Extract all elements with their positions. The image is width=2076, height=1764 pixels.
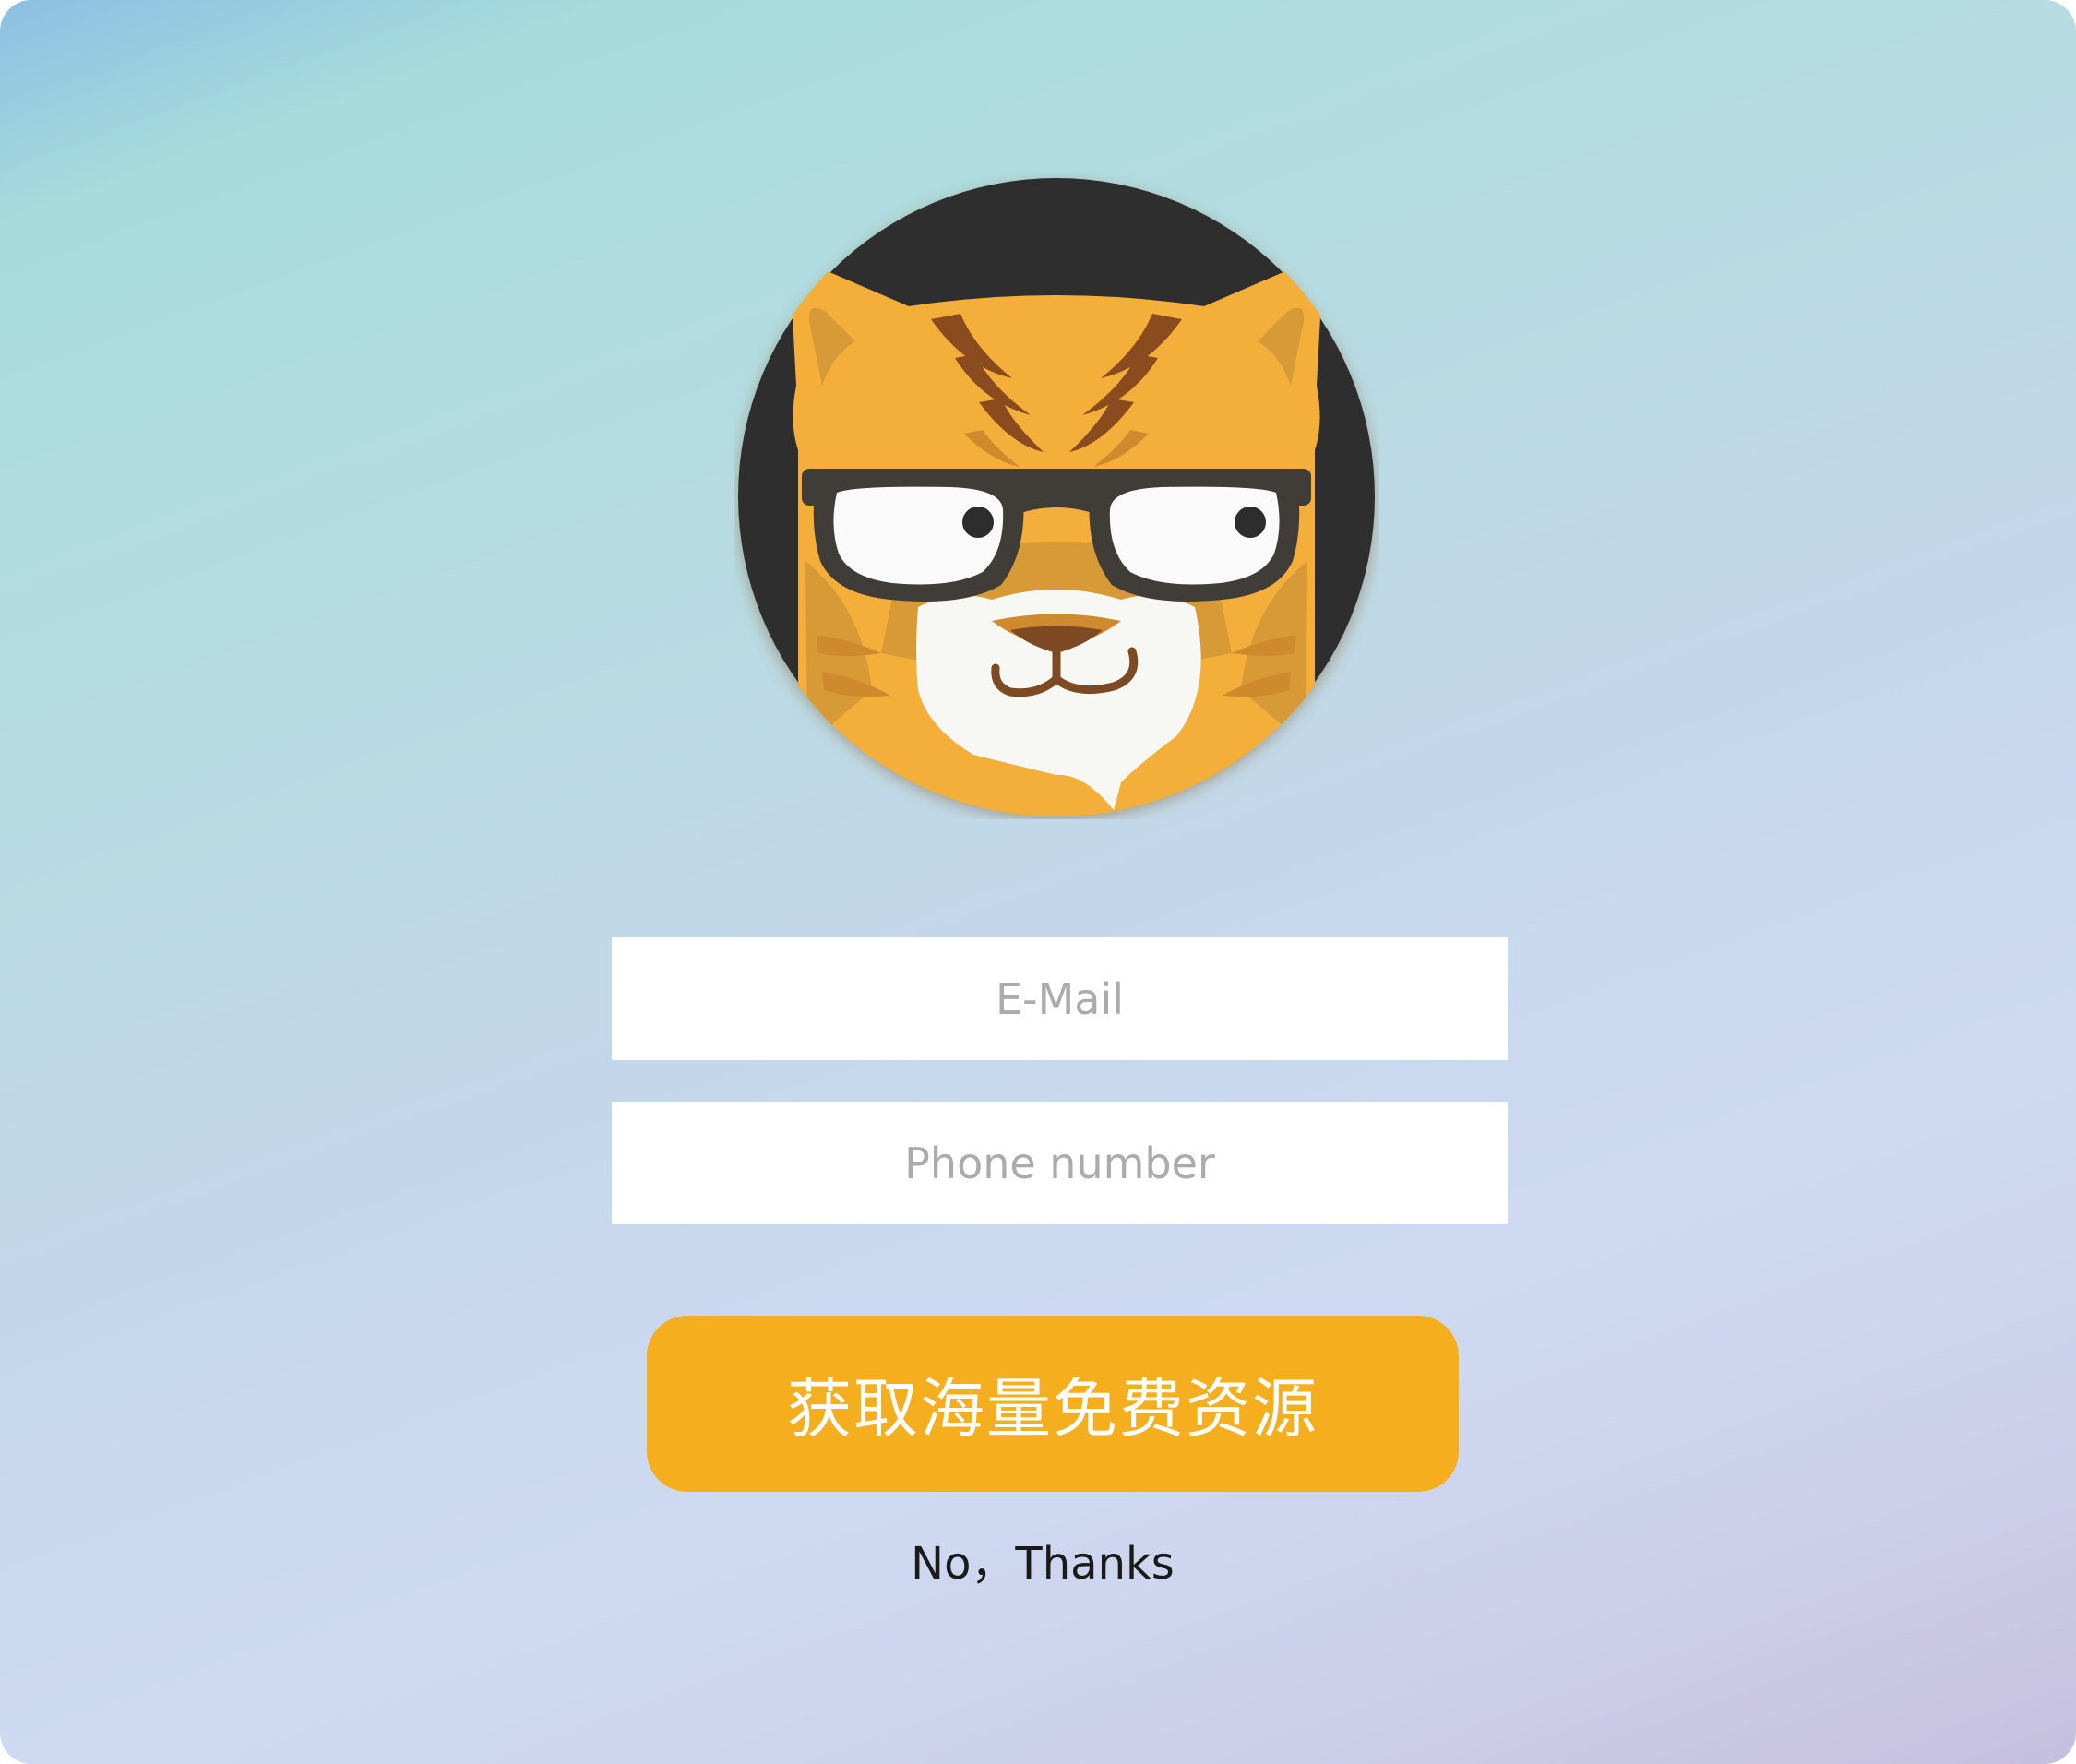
get-free-resources-button[interactable]: 获取海量免费资源: [647, 1316, 1459, 1492]
tiger-avatar-icon: [734, 173, 1379, 819]
popup-card: 获取海量免费资源 No，Thanks: [0, 0, 2076, 1764]
no-thanks-link[interactable]: No，Thanks: [830, 1532, 1255, 1596]
email-field[interactable]: [612, 937, 1508, 1060]
phone-number-field[interactable]: [612, 1102, 1508, 1224]
